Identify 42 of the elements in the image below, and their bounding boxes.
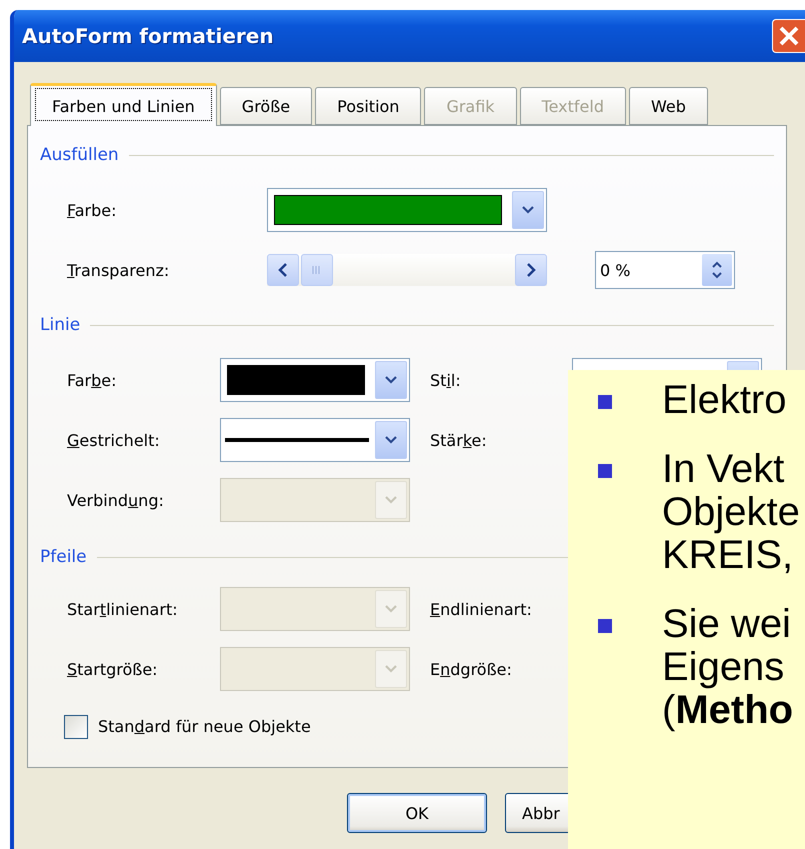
- chevron-down-icon: [385, 605, 397, 613]
- chevron-down-icon: [522, 206, 534, 214]
- dropdown[interactable]: [220, 418, 410, 462]
- bullet-text: Sie wei Eigens (Metho: [662, 603, 794, 732]
- chevron-down-icon: [385, 376, 397, 384]
- dropdown[interactable]: [220, 358, 410, 402]
- bullet-text: In Vekt Objekte KREIS,: [662, 448, 800, 577]
- field-label: Endgröße:: [430, 660, 512, 678]
- field-label: Verbindung:: [67, 490, 164, 510]
- chevron-down-icon: [385, 436, 397, 444]
- bullet-icon: [598, 464, 612, 478]
- dialog-button[interactable]: OK: [347, 793, 487, 833]
- spin-arrows-icon[interactable]: [702, 254, 732, 286]
- checkbox[interactable]: [64, 714, 88, 738]
- group-heading: Linie: [40, 315, 80, 335]
- group-heading: Ausfüllen: [40, 145, 119, 165]
- window-title: AutoForm formatieren: [22, 24, 274, 48]
- tab[interactable]: Größe: [220, 87, 312, 125]
- bullet-icon: [598, 619, 612, 633]
- close-button[interactable]: [772, 19, 805, 53]
- chevron-down-icon: [385, 665, 397, 673]
- field-label: Stärke:: [430, 430, 487, 450]
- checkbox-label: Standard für neue Objekte: [98, 717, 311, 736]
- field-label: Transparenz:: [67, 260, 170, 280]
- dropdown[interactable]: [267, 188, 547, 232]
- spin-field[interactable]: 0 %: [595, 251, 735, 289]
- field-label: Stil:: [430, 370, 461, 390]
- bullet-text: Elektro: [662, 379, 786, 422]
- chevron-down-icon: [385, 496, 397, 504]
- field-label: Farbe:: [67, 370, 117, 390]
- field-label: Startgröße:: [67, 660, 158, 678]
- field-label: Startlinienart:: [67, 600, 178, 618]
- tab[interactable]: Web: [629, 87, 708, 125]
- field-label: Farbe:: [67, 200, 117, 220]
- tab[interactable]: Farben und Linien: [30, 83, 217, 126]
- spin-value: 0 %: [600, 260, 632, 280]
- bullet-icon: [598, 395, 612, 409]
- field-label: Gestrichelt:: [67, 430, 160, 450]
- close-icon: [778, 25, 800, 47]
- group-heading: Pfeile: [40, 547, 87, 567]
- tab[interactable]: Position: [315, 87, 422, 125]
- field-label: Endlinienart:: [430, 600, 532, 618]
